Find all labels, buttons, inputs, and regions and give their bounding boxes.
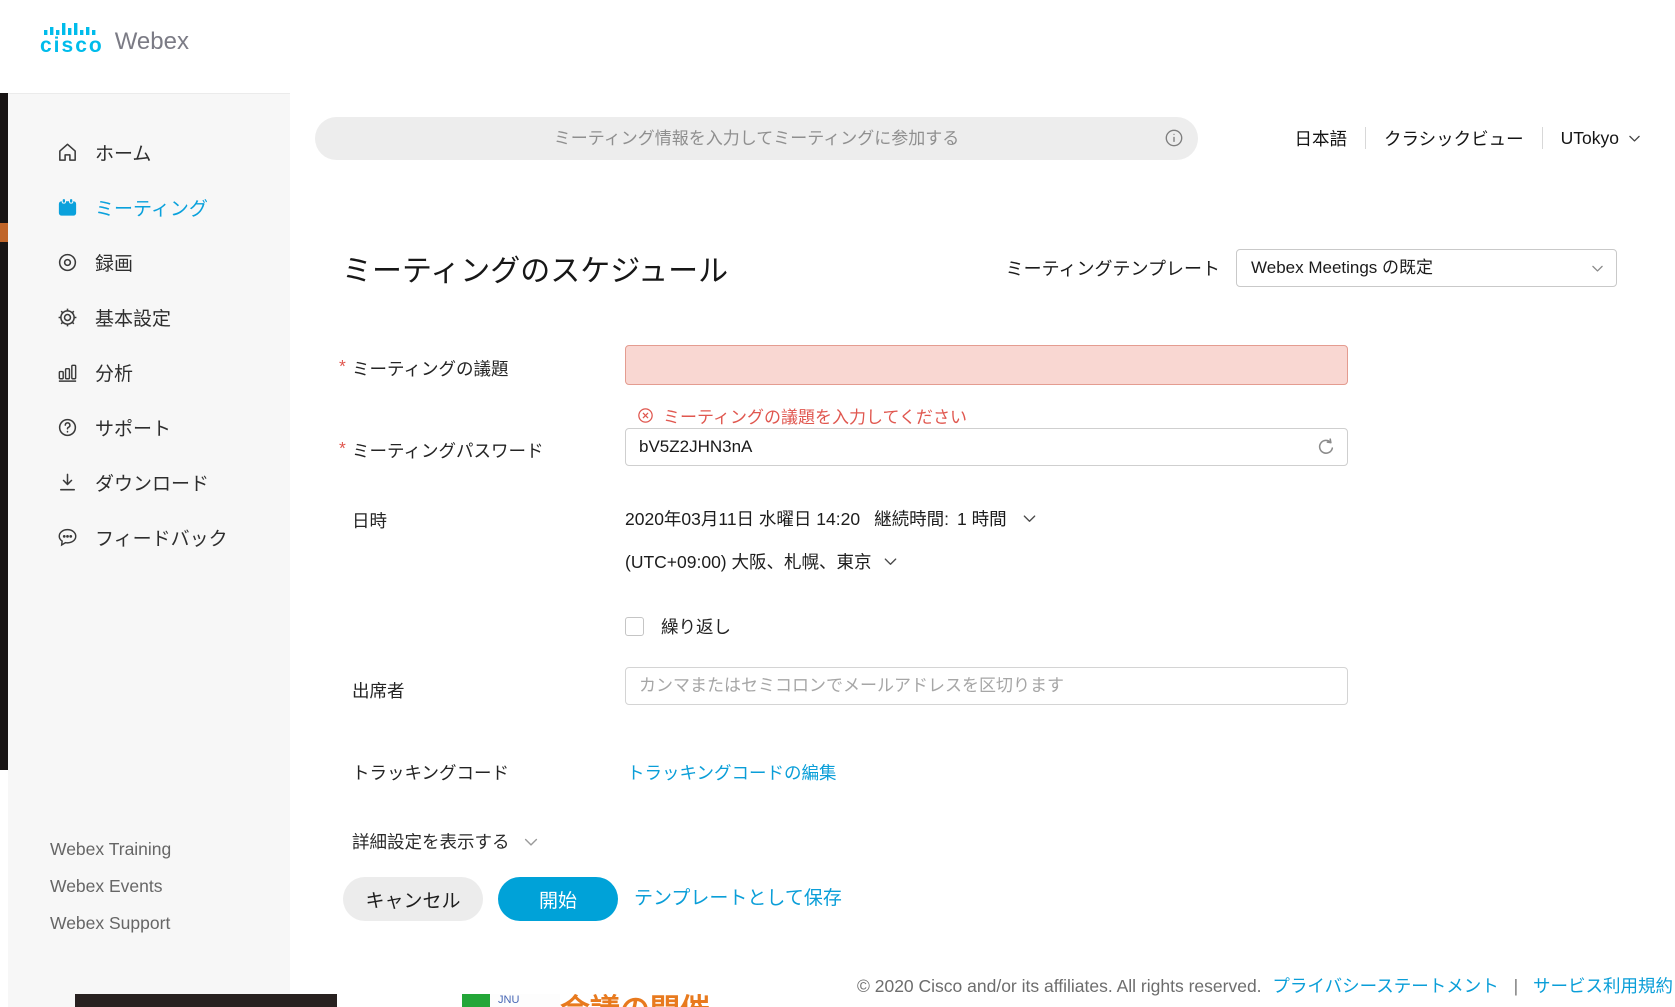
terms-of-service-link[interactable]: サービス利用規約 xyxy=(1533,976,1673,996)
account-name: UTokyo xyxy=(1561,128,1619,149)
cisco-webex-logo: cisco Webex xyxy=(40,20,189,56)
gear-icon xyxy=(56,306,79,329)
background-window-orange-fragment xyxy=(0,223,8,242)
topic-error-text: ミーティングの議題を入力してください xyxy=(663,403,967,428)
datetime-value-row[interactable]: 2020年03月11日 水曜日 14:20 継続時間: 1 時間 xyxy=(625,506,1039,531)
help-icon xyxy=(56,416,79,439)
background-text-fragment: 会議の開催 xyxy=(560,994,710,1007)
sidebar-item-label: サポート xyxy=(95,414,171,441)
attendees-input[interactable] xyxy=(625,667,1348,705)
classic-view-link[interactable]: クラシックビュー xyxy=(1366,126,1542,151)
save-as-template-link[interactable]: テンプレートとして保存 xyxy=(634,877,842,921)
copyright-text: © 2020 Cisco and/or its affiliates. All … xyxy=(857,976,1262,996)
recurrence-label[interactable]: 繰り返し xyxy=(661,614,731,639)
webex-training-link[interactable]: Webex Training xyxy=(50,831,171,868)
join-meeting-search xyxy=(315,117,1198,160)
feedback-icon xyxy=(56,526,79,549)
recurrence-row: 繰り返し xyxy=(625,614,731,639)
duration-label: 継続時間: xyxy=(874,506,949,531)
cisco-wordmark: cisco xyxy=(40,36,104,56)
chevron-down-icon xyxy=(1020,509,1039,528)
tracking-edit-link[interactable]: トラッキングコードの編集 xyxy=(627,760,836,785)
download-icon xyxy=(56,471,79,494)
attendees-label: 出席者 xyxy=(352,678,405,703)
sidebar-item-label: ホーム xyxy=(95,139,151,166)
datetime-value: 2020年03月11日 水曜日 14:20 xyxy=(625,506,860,531)
page-title: ミーティングのスケジュール xyxy=(342,246,728,290)
template-selected-value: Webex Meetings の既定 xyxy=(1237,250,1616,286)
background-window-left-edge xyxy=(0,93,8,770)
search-input[interactable] xyxy=(315,117,1198,160)
home-icon xyxy=(56,141,79,164)
sidebar-item-preferences[interactable]: 基本設定 xyxy=(8,290,290,345)
chevron-down-icon xyxy=(1589,260,1606,277)
required-mark: * xyxy=(339,438,346,459)
sidebar-item-feedback[interactable]: フィードバック xyxy=(8,510,290,565)
background-window-bottom-edge: JNU 会議の開催 xyxy=(0,994,1675,1007)
tracking-label: トラッキングコード xyxy=(352,760,509,785)
sidebar-item-label: ダウンロード xyxy=(95,469,209,496)
password-label: *ミーティングパスワード xyxy=(352,438,543,463)
cancel-button[interactable]: キャンセル xyxy=(343,877,483,921)
error-icon xyxy=(636,406,655,425)
advanced-settings-toggle[interactable]: 詳細設定を表示する xyxy=(352,829,541,854)
webex-wordmark: Webex xyxy=(115,28,189,56)
chevron-down-icon xyxy=(521,832,541,852)
timezone-row[interactable]: (UTC+09:00) 大阪、札幌、東京 xyxy=(625,549,900,574)
topic-error: ミーティングの議題を入力してください xyxy=(636,403,967,428)
analytics-icon xyxy=(56,361,79,384)
sidebar-item-analytics[interactable]: 分析 xyxy=(8,345,290,400)
refresh-icon[interactable] xyxy=(1315,436,1337,458)
header-links: 日本語 クラシックビュー UTokyo xyxy=(1276,124,1661,152)
background-green-block xyxy=(462,994,490,1007)
password-field xyxy=(625,428,1348,466)
sidebar-item-label: 分析 xyxy=(95,359,133,386)
sidebar: ホーム ミーティング 録画 基本設定 分析 xyxy=(8,93,290,1007)
webex-support-link[interactable]: Webex Support xyxy=(50,905,171,942)
start-button[interactable]: 開始 xyxy=(498,877,618,921)
timezone-value: (UTC+09:00) 大阪、札幌、東京 xyxy=(625,549,872,574)
sidebar-nav: ホーム ミーティング 録画 基本設定 分析 xyxy=(8,125,290,565)
password-input[interactable] xyxy=(625,428,1348,466)
background-dark-block xyxy=(75,994,337,1007)
footer-separator: | xyxy=(1514,976,1519,996)
datetime-label: 日時 xyxy=(352,508,387,533)
topic-label: *ミーティングの議題 xyxy=(352,356,508,381)
sidebar-item-support[interactable]: サポート xyxy=(8,400,290,455)
duration-value: 1 時間 xyxy=(957,506,1007,531)
sidebar-item-downloads[interactable]: ダウンロード xyxy=(8,455,290,510)
sidebar-item-meetings[interactable]: ミーティング xyxy=(8,180,290,235)
topic-input[interactable] xyxy=(625,345,1348,385)
account-menu[interactable]: UTokyo xyxy=(1543,128,1661,149)
sidebar-item-label: フィードバック xyxy=(95,524,228,551)
sidebar-item-label: 基本設定 xyxy=(95,304,171,331)
chevron-down-icon xyxy=(1626,130,1643,147)
template-dropdown[interactable]: Webex Meetings の既定 xyxy=(1236,249,1617,287)
sidebar-item-home[interactable]: ホーム xyxy=(8,125,290,180)
webex-events-link[interactable]: Webex Events xyxy=(50,868,171,905)
sidebar-item-recordings[interactable]: 録画 xyxy=(8,235,290,290)
privacy-statement-link[interactable]: プライバシーステートメント xyxy=(1272,976,1498,996)
record-icon xyxy=(56,251,79,274)
sidebar-item-label: 録画 xyxy=(95,249,133,276)
language-link[interactable]: 日本語 xyxy=(1276,126,1365,151)
webex-scheduler-page: cisco Webex ホーム ミーティング 録画 xyxy=(0,0,1675,1007)
template-label: ミーティングテンプレート xyxy=(1006,255,1220,281)
required-mark: * xyxy=(339,356,346,377)
recurrence-checkbox[interactable] xyxy=(625,617,644,636)
sidebar-footer-links: Webex Training Webex Events Webex Suppor… xyxy=(50,831,171,942)
sidebar-item-label: ミーティング xyxy=(95,194,208,221)
advanced-settings-label: 詳細設定を表示する xyxy=(352,829,510,854)
info-icon[interactable] xyxy=(1163,127,1185,149)
chevron-down-icon xyxy=(881,552,900,571)
meeting-template-row: ミーティングテンプレート Webex Meetings の既定 xyxy=(1006,249,1617,287)
calendar-icon xyxy=(56,196,79,219)
background-text-fragment-small: JNU xyxy=(490,994,560,1007)
